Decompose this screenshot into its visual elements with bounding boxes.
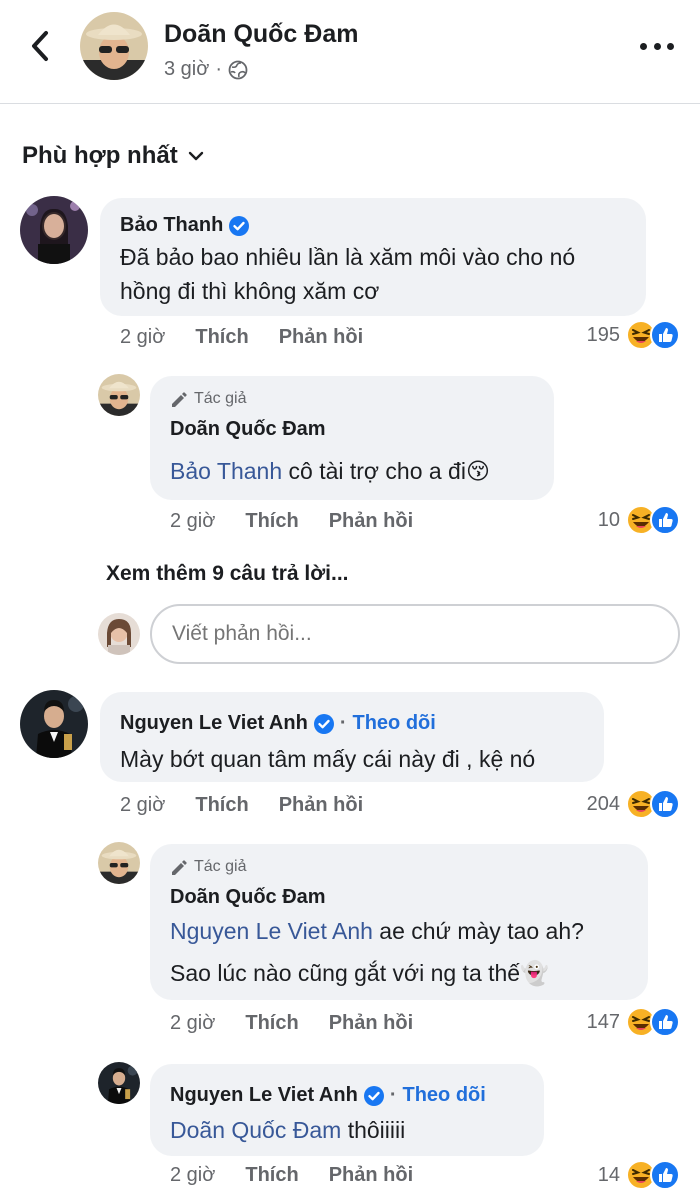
commenter-name-text: Nguyen Le Viet Anh xyxy=(120,712,308,734)
pencil-icon xyxy=(172,392,187,407)
reaction-summary[interactable]: 204 xyxy=(587,789,680,819)
verified-badge-icon xyxy=(229,215,250,236)
comment-time[interactable]: 2 giờ xyxy=(120,326,165,349)
reply-avatar[interactable] xyxy=(98,374,140,416)
reaction-summary[interactable]: 10 xyxy=(598,505,680,535)
reply-bubble[interactable]: Tác giả Doãn Quốc Đam Nguyen Le Viet Anh… xyxy=(150,844,648,1000)
reply-actions: 2 giờ Thích Phản hồi xyxy=(170,1012,413,1035)
meta-separator: · xyxy=(215,58,223,80)
reaction-summary[interactable]: 195 xyxy=(587,320,680,350)
comment-text-line: Đã bảo bao nhiêu lần là xăm môi vào cho … xyxy=(120,244,576,270)
author-badge: Tác giả xyxy=(170,390,246,408)
reply-button[interactable]: Phản hồi xyxy=(329,1164,413,1187)
chevron-down-icon xyxy=(188,151,203,161)
reply-text-body: ae chứ mày tao ah? xyxy=(372,918,584,944)
comment-bubble[interactable]: Bảo Thanh Đã bảo bao nhiêu lần là xăm mô… xyxy=(100,198,646,316)
reply-text-line: Sao lúc nào cũng gắt với ng ta thế👻 xyxy=(170,960,549,986)
author-badge-label: Tác giả xyxy=(194,390,247,407)
reply-actions: 2 giờ Thích Phản hồi xyxy=(170,1164,413,1187)
post-time[interactable]: 3 giờ xyxy=(164,58,209,81)
like-icon xyxy=(650,505,680,535)
comment-actions: 2 giờ Thích Phản hồi xyxy=(120,794,363,817)
more-dot-icon xyxy=(653,42,661,50)
reaction-count: 147 xyxy=(586,1010,620,1033)
reaction-summary[interactable]: 147 xyxy=(587,1007,680,1037)
verified-badge-icon xyxy=(363,1085,384,1106)
comment-actions: 2 giờ Thích Phản hồi xyxy=(120,326,363,349)
like-button[interactable]: Thích xyxy=(195,326,248,349)
back-button[interactable] xyxy=(24,26,56,66)
author-name[interactable]: Doãn Quốc Đam xyxy=(164,20,358,49)
reply-actions: 2 giờ Thích Phản hồi xyxy=(170,510,413,533)
chevron-left-icon xyxy=(32,31,48,61)
reply-text: Doãn Quốc Đam thôiiiii xyxy=(170,1113,405,1147)
reply-avatar[interactable] xyxy=(98,842,140,884)
reaction-count: 204 xyxy=(586,792,620,815)
reply-name[interactable]: Doãn Quốc Đam xyxy=(170,418,326,441)
mention-link[interactable]: Doãn Quốc Đam xyxy=(170,1117,341,1143)
reaction-summary[interactable]: 14 xyxy=(598,1160,680,1190)
reply-button[interactable]: Phản hồi xyxy=(279,794,363,817)
view-more-replies-link[interactable]: Xem thêm 9 câu trả lời... xyxy=(106,562,349,586)
more-dot-icon xyxy=(667,42,674,50)
comment-text-line: hồng đi thì không xăm cơ xyxy=(120,278,380,304)
comment-text-line: Mày bớt quan tâm mấy cái này đi , kệ nó xyxy=(120,746,536,772)
reply-button[interactable]: Phản hồi xyxy=(329,1012,413,1035)
like-button[interactable]: Thích xyxy=(245,1164,298,1187)
commenter-avatar[interactable] xyxy=(20,690,88,758)
like-button[interactable]: Thích xyxy=(245,510,298,533)
comment-time[interactable]: 2 giờ xyxy=(120,794,165,817)
reply-time[interactable]: 2 giờ xyxy=(170,510,215,533)
current-user-avatar xyxy=(98,613,140,655)
reply-time[interactable]: 2 giờ xyxy=(170,1164,215,1187)
like-icon xyxy=(650,1007,680,1037)
mention-link[interactable]: Bảo Thanh xyxy=(170,458,282,484)
like-icon xyxy=(650,1160,680,1190)
reply-text-body: cô tài trợ cho a đi😚 xyxy=(282,458,490,484)
like-icon xyxy=(650,789,680,819)
commenter-name-text: Bảo Thanh xyxy=(120,214,224,236)
verified-badge-icon xyxy=(313,713,334,734)
reply-text: Nguyen Le Viet Anh ae chứ mày tao ah? xyxy=(170,914,584,948)
like-button[interactable]: Thích xyxy=(245,1012,298,1035)
reply-name-text: Nguyen Le Viet Anh xyxy=(170,1084,358,1106)
globe-icon xyxy=(228,60,248,79)
reply-time[interactable]: 2 giờ xyxy=(170,1012,215,1035)
commenter-name[interactable]: Nguyen Le Viet Anh · Theo dõi xyxy=(120,712,436,735)
reply-name[interactable]: Nguyen Le Viet Anh · Theo dõi xyxy=(170,1084,486,1107)
reply-name[interactable]: Doãn Quốc Đam xyxy=(170,886,326,909)
reply-bubble[interactable]: Tác giả Doãn Quốc Đam Bảo Thanh cô tài t… xyxy=(150,376,554,500)
sort-label: Phù hợp nhất xyxy=(22,142,178,169)
post-header: Doãn Quốc Đam 3 giờ · xyxy=(0,0,700,104)
follow-button[interactable]: Theo dõi xyxy=(402,1084,485,1107)
like-button[interactable]: Thích xyxy=(195,794,248,817)
mention-link[interactable]: Nguyen Le Viet Anh xyxy=(170,918,373,944)
comment-sort-dropdown[interactable]: Phù hợp nhất xyxy=(22,142,204,170)
reply-button[interactable]: Phản hồi xyxy=(279,326,363,349)
commenter-avatar[interactable] xyxy=(20,196,88,264)
separator-dot: · xyxy=(339,712,347,734)
follow-button[interactable]: Theo dõi xyxy=(352,712,435,735)
commenter-name[interactable]: Bảo Thanh xyxy=(120,214,250,237)
reaction-count: 10 xyxy=(597,508,620,531)
post-meta: 3 giờ · xyxy=(164,58,248,81)
reply-text: Bảo Thanh cô tài trợ cho a đi😚 xyxy=(170,454,490,488)
reply-input[interactable] xyxy=(150,604,680,664)
like-icon xyxy=(650,320,680,350)
reaction-count: 195 xyxy=(586,323,620,346)
reply-button[interactable]: Phản hồi xyxy=(329,510,413,533)
author-avatar[interactable] xyxy=(80,12,148,80)
reaction-count: 14 xyxy=(597,1163,620,1186)
more-options-button[interactable] xyxy=(640,36,674,56)
pencil-icon xyxy=(172,860,187,875)
reply-text-body: thôiiiii xyxy=(341,1117,406,1143)
comment-bubble[interactable]: Nguyen Le Viet Anh · Theo dõi Mày bớt qu… xyxy=(100,692,604,782)
author-badge-label: Tác giả xyxy=(194,858,247,875)
reply-avatar[interactable] xyxy=(98,1062,140,1104)
more-dot-icon xyxy=(640,42,647,50)
author-badge: Tác giả xyxy=(170,858,246,876)
reply-bubble[interactable]: Nguyen Le Viet Anh · Theo dõi Doãn Quốc … xyxy=(150,1064,544,1156)
separator-dot: · xyxy=(389,1084,397,1106)
